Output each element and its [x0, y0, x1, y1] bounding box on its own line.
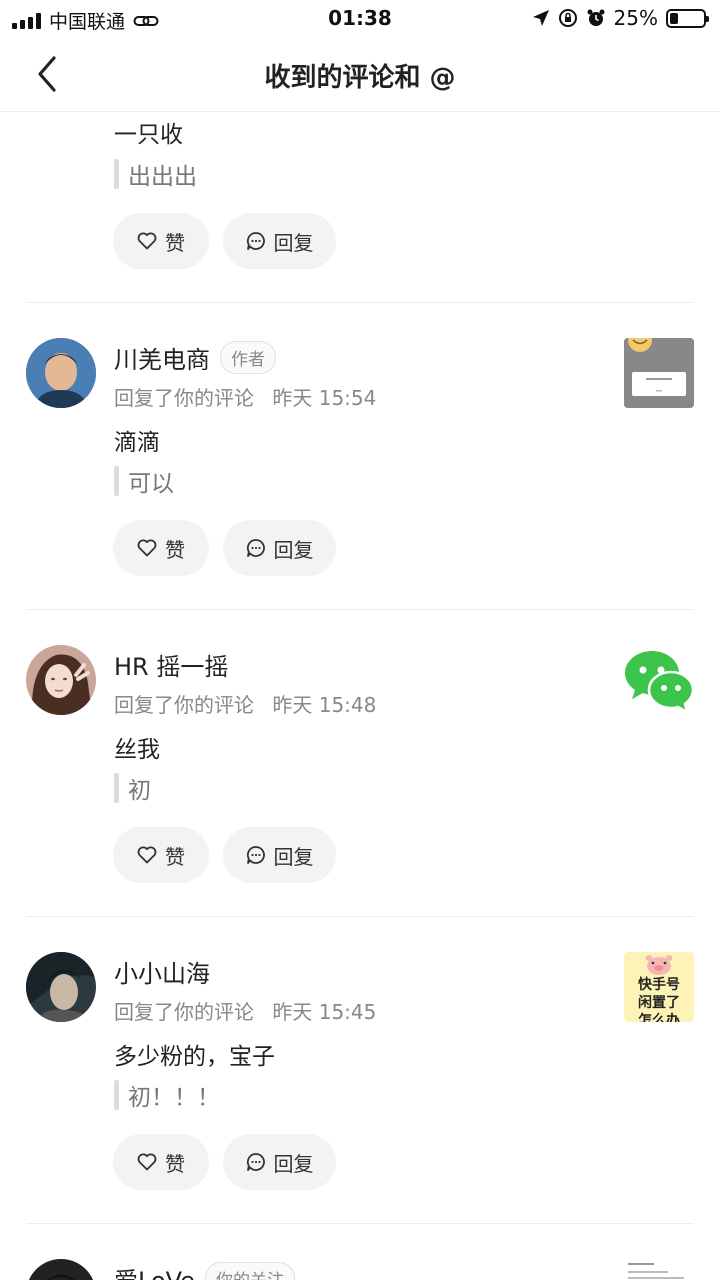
timestamp: 昨天 15:54: [272, 386, 377, 410]
reply-button[interactable]: 回复: [223, 1134, 336, 1190]
quote-bar: [114, 159, 119, 189]
comment-text: 多少粉的，宝子: [114, 1044, 275, 1070]
comment-bubble-icon: [246, 539, 265, 557]
action-text: 回复了你的评论: [114, 386, 254, 410]
quote-bar: [114, 773, 119, 803]
reply-button[interactable]: 回复: [223, 213, 336, 269]
comment-item[interactable]: 川羌电商 作者 回复了你的评论 昨天 15:54 滴滴 可以 赞 回复: [0, 303, 720, 610]
avatar[interactable]: [26, 952, 96, 1022]
user-name[interactable]: HR 摇一摇: [114, 647, 228, 682]
avatar-image: [26, 338, 96, 408]
thumbnail-image: [624, 338, 694, 408]
action-text: 回复了你的评论: [114, 1000, 254, 1024]
heart-icon: [137, 232, 157, 250]
comment-bubble-icon: [246, 232, 265, 250]
reply-label: 回复: [273, 844, 314, 869]
status-right: 25%: [532, 6, 709, 30]
timestamp: 昨天 15:48: [272, 693, 377, 717]
like-label: 赞: [165, 537, 185, 562]
heart-icon: [137, 846, 157, 864]
comment-item[interactable]: 小小山海 回复了你的评论 昨天 15:45 多少粉的，宝子 初！！！ 赞 回复: [0, 917, 720, 1224]
comment-item-partial: 一只收 出出出 赞 回复: [0, 113, 720, 303]
video-thumbnail[interactable]: 快手号 闲置了 怎么办: [624, 952, 694, 1022]
quote-text: 初: [128, 778, 151, 804]
comment-meta: 回复了你的评论 昨天 15:48: [114, 689, 376, 718]
video-thumbnail[interactable]: [624, 645, 694, 715]
comment-text: 丝我: [114, 737, 160, 763]
battery-percent: 25%: [613, 6, 658, 30]
quoted-comment: 出出出: [114, 159, 197, 190]
following-badge: 你的关注: [204, 1262, 295, 1280]
heart-icon: [137, 1153, 157, 1171]
like-button[interactable]: 赞: [113, 520, 209, 576]
reply-label: 回复: [273, 537, 314, 562]
like-button[interactable]: 赞: [113, 1134, 209, 1190]
like-label: 赞: [165, 230, 185, 255]
comment-meta: 回复了你的评论 昨天 15:45: [114, 996, 376, 1025]
avatar-image: [26, 1259, 96, 1280]
comment-item[interactable]: 爱LoVe 你的关注: [0, 1224, 720, 1280]
author-row: HR 摇一摇: [114, 647, 228, 682]
video-thumbnail[interactable]: [624, 338, 694, 408]
avatar[interactable]: [26, 1259, 96, 1280]
comment-text: 滴滴: [114, 430, 160, 456]
author-badge: 作者: [220, 341, 276, 374]
pig-sticker-icon: [645, 955, 673, 975]
comment-meta: 回复了你的评论 昨天 15:54: [114, 382, 376, 411]
thumbnail-caption: 快手号 闲置了 怎么办: [638, 977, 680, 1022]
action-text: 回复了你的评论: [114, 693, 254, 717]
wechat-icon: [625, 651, 694, 715]
avatar-image: [26, 645, 96, 715]
quoted-comment: 可以: [114, 466, 174, 497]
status-bar: 中国联通 01:38 25%: [0, 0, 720, 38]
avatar[interactable]: [26, 338, 96, 408]
author-row: 爱LoVe 你的关注: [114, 1261, 295, 1280]
quoted-comment: 初: [114, 773, 151, 804]
quote-bar: [114, 1080, 119, 1110]
quote-text: 初！！！: [128, 1085, 220, 1111]
author-row: 川羌电商 作者: [114, 340, 276, 375]
reply-button[interactable]: 回复: [223, 827, 336, 883]
nav-bar: 收到的评论和 @: [0, 38, 720, 112]
video-thumbnail[interactable]: [624, 1257, 694, 1280]
like-button[interactable]: 赞: [113, 213, 209, 269]
heart-icon: [137, 539, 157, 557]
author-row: 小小山海: [114, 954, 210, 989]
comment-item[interactable]: HR 摇一摇 回复了你的评论 昨天 15:48 丝我 初 赞 回复: [0, 610, 720, 917]
user-name[interactable]: 川羌电商: [114, 340, 210, 375]
like-label: 赞: [165, 844, 185, 869]
quoted-comment: 初！！！: [114, 1080, 220, 1111]
like-label: 赞: [165, 1151, 185, 1176]
reply-button[interactable]: 回复: [223, 520, 336, 576]
rotation-lock-icon: [558, 9, 577, 27]
location-arrow-icon: [532, 10, 549, 26]
reply-label: 回复: [273, 1151, 314, 1176]
like-button[interactable]: 赞: [113, 827, 209, 883]
alarm-icon: [587, 9, 605, 26]
page-title: 收到的评论和 @: [264, 63, 456, 93]
avatar-image: [26, 952, 96, 1022]
thumbnail-image: [624, 1257, 694, 1280]
quote-text: 可以: [128, 471, 174, 497]
comment-text: 一只收: [114, 122, 183, 148]
comment-bubble-icon: [246, 1153, 265, 1171]
battery-fill: [670, 12, 678, 24]
user-name[interactable]: 小小山海: [114, 954, 210, 989]
avatar[interactable]: [26, 645, 96, 715]
reply-label: 回复: [273, 230, 314, 255]
battery-icon: [666, 8, 709, 28]
user-name[interactable]: 爱LoVe: [114, 1261, 195, 1280]
timestamp: 昨天 15:45: [272, 1000, 377, 1024]
quote-text: 出出出: [128, 164, 197, 190]
comment-bubble-icon: [246, 846, 265, 864]
quote-bar: [114, 466, 119, 496]
